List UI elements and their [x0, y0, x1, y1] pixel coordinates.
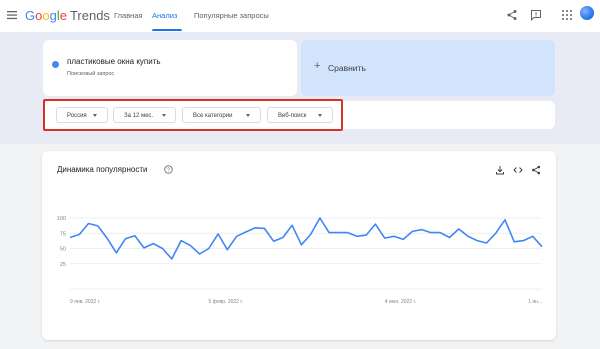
menu-icon[interactable] — [6, 9, 18, 21]
google-trends-logo[interactable]: Google Trends — [25, 8, 110, 23]
share-icon[interactable] — [531, 165, 541, 175]
nav-home[interactable]: Главная — [114, 0, 143, 32]
download-icon[interactable] — [495, 165, 505, 175]
compare-label: Сравнить — [328, 63, 366, 73]
interest-line-chart: 100 75 50 25 9 янв. 2022 г. 5 февр. 2022 г. 4 … — [57, 216, 543, 305]
x-tick-label: 1 ян... — [528, 299, 542, 305]
search-term-card[interactable]: пластиковые окна купить Поисковый запрос — [43, 40, 297, 96]
nav-explore[interactable]: Анализ — [152, 0, 177, 32]
help-icon[interactable]: ? — [164, 165, 173, 174]
apps-grid-icon[interactable] — [561, 9, 573, 21]
series-line[interactable] — [69, 217, 543, 260]
logo-trends-text: Trends — [69, 8, 110, 23]
nav-active-indicator — [152, 29, 182, 31]
y-tick-label: 75 — [60, 231, 66, 237]
top-bar: Google Trends Главная Анализ Популярные з… — [0, 0, 600, 33]
y-tick-label: 25 — [60, 262, 66, 268]
x-tick-label: 5 февр. 2022 г. — [209, 299, 243, 305]
filter-highlight-box — [43, 99, 343, 131]
plus-icon: + — [314, 60, 321, 72]
avatar[interactable] — [580, 6, 594, 20]
nav-trending[interactable]: Популярные запросы — [194, 0, 269, 32]
feedback-icon[interactable] — [530, 9, 542, 21]
y-tick-label: 100 — [57, 216, 66, 222]
series-color-dot — [52, 61, 59, 68]
logo-google-text: Google — [25, 8, 67, 23]
svg-text:?: ? — [167, 167, 170, 173]
y-tick-label: 50 — [60, 247, 66, 253]
share-icon[interactable] — [506, 9, 518, 21]
search-term-type: Поисковый запрос — [67, 71, 115, 77]
x-tick-label: 4 июн. 2022 г. — [385, 299, 416, 305]
compare-button[interactable]: + Сравнить — [301, 40, 555, 96]
embed-icon[interactable] — [513, 165, 523, 175]
chart-title: Динамика популярности — [57, 165, 148, 174]
x-tick-label: 9 янв. 2022 г. — [70, 299, 100, 305]
search-term-title[interactable]: пластиковые окна купить — [67, 57, 161, 66]
